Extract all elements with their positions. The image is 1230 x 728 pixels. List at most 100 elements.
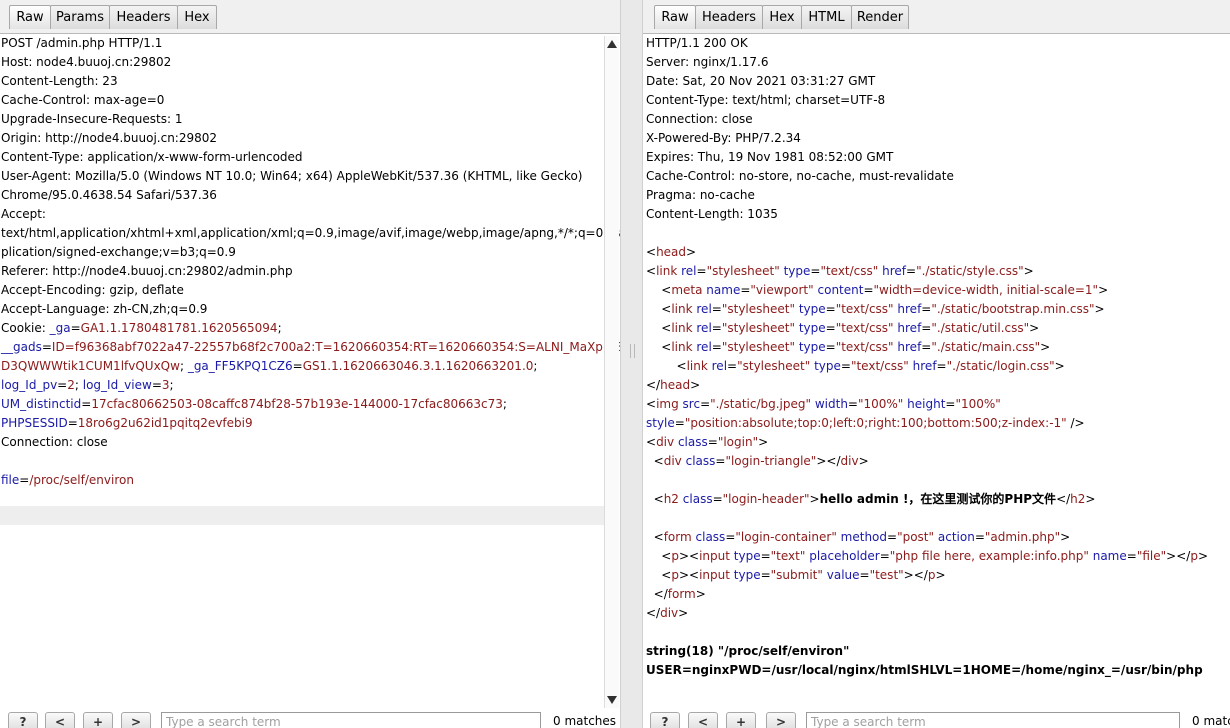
request-editor[interactable]: POST /admin.php HTTP/1.1 Host: node4.buuo…: [0, 34, 620, 708]
request-header-line: Accept-Language: zh-CN,zh;q=0.9: [1, 300, 207, 319]
cookie-name: PHPSESSID: [1, 416, 68, 430]
response-tab-hex[interactable]: Hex: [762, 5, 802, 29]
response-html-line: <link rel="stylesheet" type="text/css" h…: [646, 264, 1034, 278]
request-header-text: POST /admin.php HTTP/1.1: [1, 36, 163, 50]
cookie-value: 17cfac80662503-08caffc874bf28-57b193e-14…: [91, 397, 503, 411]
response-editor[interactable]: HTTP/1.1 200 OK Server: nginx/1.17.6 Date:…: [643, 34, 1230, 708]
response-match-count: 0 matches: [1192, 714, 1230, 728]
response-html-line: <link rel="stylesheet" type="text/css" h…: [661, 302, 1105, 316]
cookie-name: log_Id_pv: [1, 378, 58, 392]
request-header-line: Connection: close: [1, 433, 108, 452]
response-html-line: </div>: [646, 606, 689, 620]
request-header-line: Cache-Control: max-age=0: [1, 91, 164, 110]
next-match-button[interactable]: >: [766, 712, 796, 728]
response-tab-headers[interactable]: Headers: [695, 5, 763, 29]
request-header-line: Accept:: [1, 205, 46, 224]
cookie-name: _ga_FF5KPQ1CZ6: [187, 359, 293, 373]
cookie-name: _ga: [49, 321, 71, 335]
cookie-name: UM_distinctid: [1, 397, 82, 411]
add-button[interactable]: +: [726, 712, 756, 728]
request-header-text: Content-Length: 23: [1, 74, 118, 88]
response-html-line: <p><input type="submit" value="test"></p…: [661, 568, 946, 582]
request-tab-raw[interactable]: Raw: [9, 5, 51, 29]
pane-splitter[interactable]: [620, 0, 643, 728]
help-button[interactable]: ?: [8, 712, 38, 728]
response-header-line: Pragma: no-cache: [646, 188, 755, 202]
response-html-line: <meta name="viewport" content="width=dev…: [661, 283, 1109, 297]
request-match-count: 0 matches: [553, 714, 617, 728]
body-param-name: file: [1, 473, 20, 487]
cookie-value: 3: [161, 378, 170, 392]
next-match-button[interactable]: >: [121, 712, 151, 728]
request-header-line: Origin: http://node4.buuoj.cn:29802: [1, 129, 217, 148]
response-search-input[interactable]: Type a search term: [806, 712, 1180, 728]
cookie-line: PHPSESSID=18ro6g2u62id1pqitq2evfebi9: [1, 416, 253, 430]
add-button[interactable]: +: [83, 712, 113, 728]
response-tab-raw[interactable]: Raw: [654, 5, 696, 29]
request-header-text: text/html,application/xhtml+xml,applicat…: [1, 226, 620, 240]
request-header-text: Accept-Encoding: gzip, deflate: [1, 283, 184, 297]
request-header-text: Accept-Language: zh-CN,zh;q=0.9: [1, 302, 208, 316]
previous-match-button[interactable]: <: [688, 712, 718, 728]
request-header-line: User-Agent: Mozilla/5.0 (Windows NT 10.0…: [1, 167, 582, 186]
cookie-value: D3QWWWtik1CUM1lfvQUxQw: [1, 359, 180, 373]
response-header-line: Date: Sat, 20 Nov 2021 03:31:27 GMT: [646, 74, 876, 88]
request-search-input[interactable]: Type a search term: [161, 712, 541, 728]
request-header-text: Host: node4.buuoj.cn:29802: [1, 55, 172, 69]
request-header-text: plication/signed-exchange;v=b3;q=0.9: [1, 245, 236, 259]
request-header-text: Referer: http://node4.buuoj.cn:29802/adm…: [1, 264, 293, 278]
request-header-text: Connection: close: [1, 435, 108, 449]
request-header-line: Chrome/95.0.4638.54 Safari/537.36: [1, 186, 217, 205]
request-header-line: Upgrade-Insecure-Requests: 1: [1, 110, 183, 129]
scroll-up-arrow-icon[interactable]: [607, 40, 617, 48]
response-header-line: X-Powered-By: PHP/7.2.34: [646, 131, 801, 145]
response-tab-render[interactable]: Render: [851, 5, 909, 29]
response-html-line: style="position:absolute;top:0;left:0;ri…: [646, 416, 1085, 430]
request-tab-bar: Raw Params Headers Hex: [0, 0, 620, 34]
cookie-line: log_Id_pv=2; log_Id_view=3;: [1, 378, 174, 392]
response-tab-html[interactable]: HTML: [801, 5, 852, 29]
request-body-line: file=/proc/self/environ: [1, 473, 134, 487]
cookie-value: ID=f96368abf7022a47-22557b68f2c700a2:T=1…: [51, 340, 620, 354]
cookie-value: 2: [67, 378, 75, 392]
request-header-line: Referer: http://node4.buuoj.cn:29802/adm…: [1, 262, 293, 281]
request-header-line: Host: node4.buuoj.cn:29802: [1, 53, 171, 72]
response-html-line: <img src="./static/bg.jpeg" width="100%"…: [646, 397, 1001, 411]
request-tab-params[interactable]: Params: [50, 5, 110, 29]
request-header-line: POST /admin.php HTTP/1.1: [1, 34, 162, 53]
request-header-line: text/html,application/xhtml+xml,applicat…: [1, 224, 620, 243]
response-html-line: <link rel="stylesheet" type="text/css" h…: [661, 340, 1051, 354]
request-header-text: Cache-Control: max-age=0: [1, 93, 165, 107]
request-header-line: Content-Type: application/x-www-form-url…: [1, 148, 303, 167]
request-header-text: Chrome/95.0.4638.54 Safari/537.36: [1, 188, 217, 202]
splitter-grip-icon: [630, 344, 635, 358]
request-scrollbar[interactable]: [604, 36, 619, 708]
response-html-line: <form class="login-container" method="po…: [653, 530, 1071, 544]
cookie-label: Cookie:: [1, 321, 50, 335]
response-header-line: Expires: Thu, 19 Nov 1981 08:52:00 GMT: [646, 150, 894, 164]
cookie-name: log_Id_view: [82, 378, 152, 392]
request-tab-headers[interactable]: Headers: [109, 5, 178, 29]
cookie-value: 18ro6g2u62id1pqitq2evfebi9: [77, 416, 253, 430]
cookie-value: GA1.1.1780481781.1620565094: [80, 321, 278, 335]
previous-match-button[interactable]: <: [45, 712, 75, 728]
request-header-text: Accept:: [1, 207, 46, 221]
request-tab-hex[interactable]: Hex: [177, 5, 217, 29]
response-html-line: <link rel="stylesheet" type="text/css" h…: [661, 321, 1040, 335]
request-header-line: Content-Length: 23: [1, 72, 118, 91]
response-header-line: Server: nginx/1.17.6: [646, 55, 769, 69]
response-html-line: <div class="login-triangle"></div>: [653, 454, 869, 468]
request-pane: Raw Params Headers Hex POST /admin.php H…: [0, 0, 620, 728]
response-header-line: Content-Type: text/html; charset=UTF-8: [646, 93, 886, 107]
request-header-text: Origin: http://node4.buuoj.cn:29802: [1, 131, 218, 145]
scroll-down-arrow-icon[interactable]: [607, 696, 617, 704]
response-output-line: USER=nginxPWD=/usr/local/nginx/htmlSHLVL…: [646, 663, 1203, 677]
response-header-line: Content-Length: 1035: [646, 207, 778, 221]
response-html-line: </form>: [653, 587, 706, 601]
response-html-line: <p><input type="text" placeholder="php f…: [661, 549, 1208, 563]
response-output-line: string(18) "/proc/self/environ": [646, 644, 850, 658]
cookie-name: __gads: [1, 340, 42, 354]
response-html-line: <div class="login">: [646, 435, 769, 449]
response-header-line: HTTP/1.1 200 OK: [646, 36, 748, 50]
help-button[interactable]: ?: [650, 712, 680, 728]
